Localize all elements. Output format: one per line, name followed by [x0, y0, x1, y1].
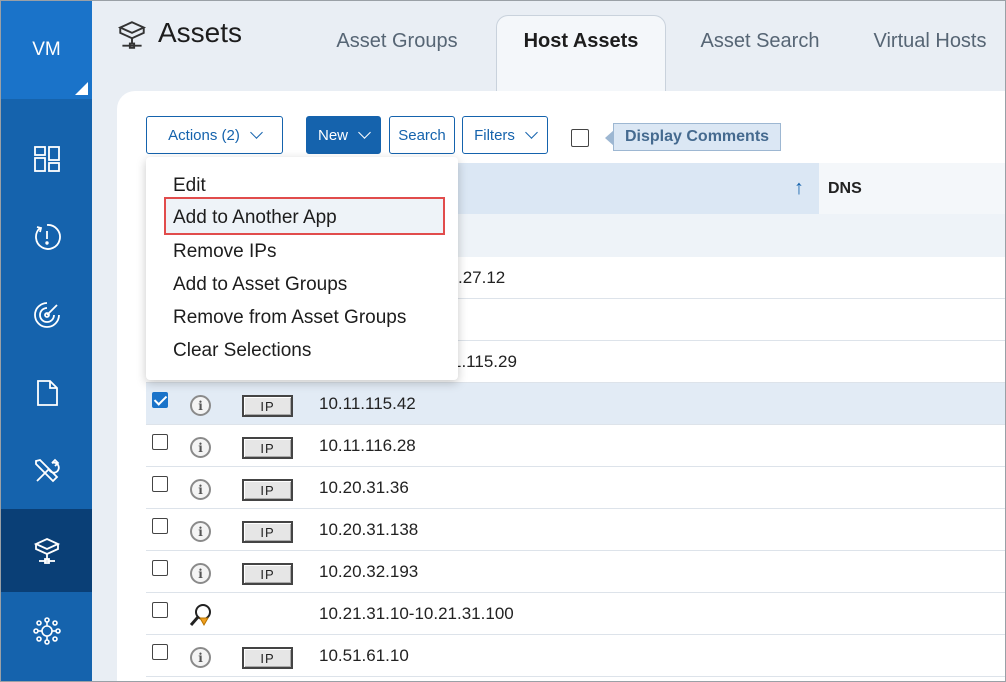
info-icon[interactable]: i: [190, 563, 211, 584]
dns-column-header[interactable]: DNS: [819, 163, 1005, 214]
menu-item-edit[interactable]: Edit: [173, 175, 206, 197]
table-row[interactable]: i IP 10.11.115.42: [146, 383, 1005, 425]
tab-asset-search[interactable]: Asset Search: [682, 15, 838, 67]
info-icon[interactable]: i: [190, 437, 211, 458]
row-ip[interactable]: 10.11.116.28: [319, 436, 416, 456]
table-row[interactable]: i IP 10.20.31.138: [146, 509, 1005, 551]
chevron-down-icon: [249, 126, 263, 139]
chevron-down-icon: [358, 126, 371, 139]
row-ip: .27.12: [458, 268, 506, 287]
row-checkbox[interactable]: [152, 644, 168, 660]
row-checkbox[interactable]: [152, 602, 168, 618]
app-logo-label: VM: [32, 39, 61, 60]
row-checkbox[interactable]: [152, 392, 168, 408]
table-row[interactable]: i IP 10.51.61.10: [146, 635, 1005, 677]
row-checkbox[interactable]: [152, 434, 168, 450]
ip-type-badge: IP: [242, 647, 293, 669]
header: Assets Asset Groups Host Assets Asset Se…: [92, 1, 1005, 93]
menu-item-label: Add to Another App: [173, 207, 337, 228]
network-icon: [32, 616, 61, 645]
report-icon: [36, 379, 58, 406]
menu-item-add-to-asset-groups[interactable]: Add to Asset Groups: [173, 274, 347, 296]
tools-icon: [34, 458, 60, 482]
detection-icon: [34, 223, 61, 250]
row-ip: 1.115.29: [452, 352, 517, 371]
info-icon[interactable]: i: [190, 479, 211, 500]
sidebar-item-assets[interactable]: [1, 509, 92, 592]
ip-type-badge: IP: [242, 479, 293, 501]
actions-menu: Edit Remove IPs Add to Asset Groups Remo…: [146, 157, 458, 380]
actions-label: Actions (2): [168, 126, 240, 144]
search-button[interactable]: Search: [389, 116, 455, 154]
scan-icon: [33, 301, 60, 328]
filters-dropdown-button[interactable]: Filters: [462, 116, 548, 154]
menu-item-clear-selections[interactable]: Clear Selections: [173, 340, 311, 362]
ip-type-badge: IP: [242, 563, 293, 585]
new-label: New: [317, 126, 348, 144]
menu-item-remove-from-asset-groups[interactable]: Remove from Asset Groups: [173, 307, 406, 329]
row-ip[interactable]: 10.20.31.138: [319, 520, 418, 540]
row-ip[interactable]: 10.21.31.10-10.21.31.100: [319, 604, 514, 624]
actions-dropdown-button[interactable]: Actions (2): [146, 116, 283, 154]
app-switcher[interactable]: VM: [1, 1, 92, 99]
display-comments-checkbox[interactable]: [571, 129, 589, 147]
menu-item-add-to-another-app[interactable]: Add to Another App: [164, 197, 445, 235]
ip-type-badge: IP: [242, 395, 293, 417]
info-icon[interactable]: i: [190, 521, 211, 542]
sidebar-item-reports[interactable]: [1, 351, 92, 434]
dashboard-icon: [33, 145, 60, 172]
sidebar-item-network[interactable]: [1, 589, 92, 672]
row-checkbox[interactable]: [152, 476, 168, 492]
info-icon[interactable]: i: [190, 647, 211, 668]
sort-ascending-icon[interactable]: ↑: [794, 177, 804, 200]
tab-host-assets[interactable]: Host Assets: [496, 15, 666, 93]
tab-asset-groups[interactable]: Asset Groups: [314, 15, 480, 67]
assets-icon: [117, 21, 147, 49]
sidebar-item-tools[interactable]: [1, 429, 92, 512]
menu-item-remove-ips[interactable]: Remove IPs: [173, 241, 276, 263]
row-ip[interactable]: 10.51.61.10: [319, 646, 409, 666]
filters-label: Filters: [474, 126, 515, 144]
chevron-down-icon: [525, 126, 538, 139]
table-row[interactable]: i IP 10.11.116.28: [146, 425, 1005, 467]
row-checkbox[interactable]: [152, 560, 168, 576]
page-title: Assets: [158, 17, 243, 48]
ip-type-badge: IP: [242, 521, 293, 543]
sidebar-item-detections[interactable]: [1, 195, 92, 278]
display-comments-label[interactable]: Display Comments: [604, 123, 782, 151]
sidebar-item-scans[interactable]: [1, 273, 92, 356]
assets-icon: [33, 537, 60, 564]
ip-range-icon[interactable]: [188, 602, 214, 628]
row-ip[interactable]: 10.20.31.36: [319, 478, 409, 498]
row-ip[interactable]: 10.11.115.42: [319, 394, 416, 414]
table-row[interactable]: i IP 10.20.32.193: [146, 551, 1005, 593]
row-ip[interactable]: 10.20.32.193: [319, 562, 418, 582]
tab-virtual-hosts[interactable]: Virtual Hosts: [854, 15, 1005, 67]
app-window: VM Assets Asset Groups Host Assets Asset…: [0, 0, 1006, 682]
sidebar: VM: [1, 1, 92, 681]
info-icon[interactable]: i: [190, 395, 211, 416]
corner-arrow-icon: [75, 82, 88, 95]
ip-type-badge: IP: [242, 437, 293, 459]
table-row[interactable]: i IP 10.20.31.36: [146, 467, 1005, 509]
new-dropdown-button[interactable]: New: [306, 116, 381, 154]
row-checkbox[interactable]: [152, 518, 168, 534]
table-row[interactable]: 10.21.31.10-10.21.31.100: [146, 593, 1005, 635]
sidebar-item-dashboard[interactable]: [1, 117, 92, 200]
